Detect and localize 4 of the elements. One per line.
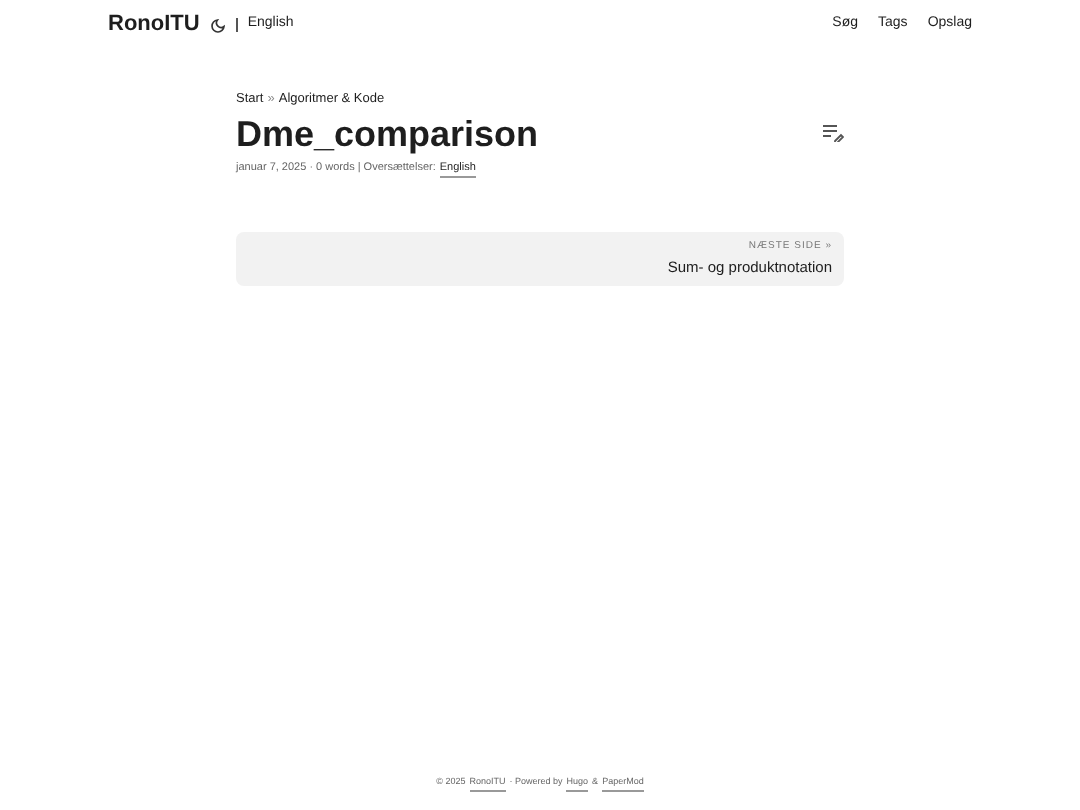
page-title: Dme_comparison [236,111,539,156]
site-logo[interactable]: RonoITU [108,8,200,42]
moon-icon[interactable] [209,17,226,33]
edit-list-icon[interactable] [822,124,844,143]
